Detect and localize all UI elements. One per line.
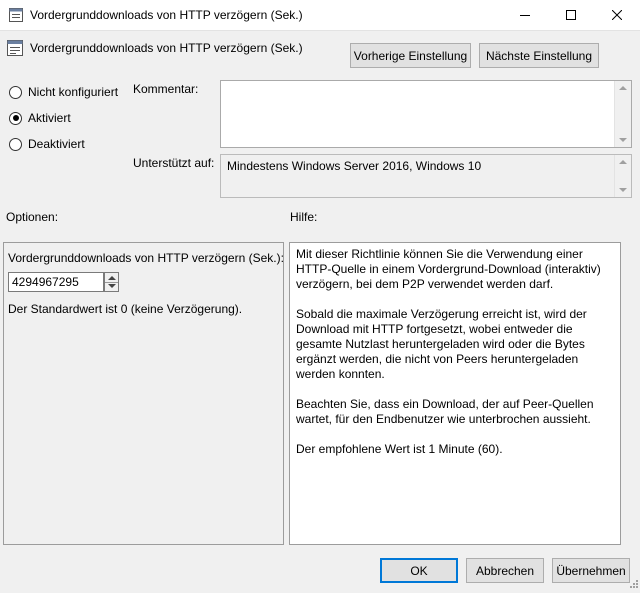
resize-grip-icon[interactable] <box>628 577 638 591</box>
title-bar: Vordergrunddownloads von HTTP verzögern … <box>0 0 640 31</box>
supported-box: Mindestens Windows Server 2016, Windows … <box>220 154 632 198</box>
scroll-up-icon <box>619 160 627 164</box>
radio-circle <box>9 111 22 125</box>
help-text: Mit dieser Richtlinie können Sie die Ver… <box>296 247 616 472</box>
default-note: Der Standardwert ist 0 (keine Verzögerun… <box>8 302 243 316</box>
help-paragraph: Mit dieser Richtlinie können Sie die Ver… <box>296 247 601 291</box>
minimize-button[interactable] <box>502 0 548 31</box>
spin-up-icon <box>108 276 116 280</box>
supported-scrollbar[interactable] <box>614 155 631 197</box>
help-heading: Hilfe: <box>290 210 318 224</box>
supported-label: Unterstützt auf: <box>133 156 215 170</box>
maximize-icon <box>566 9 576 23</box>
help-paragraph: Sobald die maximale Verzögerung erreicht… <box>296 307 587 381</box>
radio-circle <box>9 137 22 151</box>
policy-icon <box>7 40 23 59</box>
next-setting-button[interactable]: Nächste Einstellung <box>479 43 599 68</box>
maximize-button[interactable] <box>548 0 594 31</box>
help-panel: Mit dieser Richtlinie können Sie die Ver… <box>289 242 621 545</box>
supported-value: Mindestens Windows Server 2016, Windows … <box>227 159 482 173</box>
delay-spinner[interactable] <box>104 272 119 292</box>
previous-setting-button[interactable]: Vorherige Einstellung <box>350 43 471 68</box>
ok-button[interactable]: OK <box>380 558 458 583</box>
close-icon <box>611 9 623 23</box>
comment-scrollbar[interactable] <box>614 81 631 147</box>
radio-not-configured[interactable]: Nicht konfiguriert <box>9 85 118 99</box>
policy-icon <box>9 8 23 25</box>
comment-textarea[interactable] <box>220 80 632 148</box>
scroll-up-icon <box>619 86 627 90</box>
comment-label: Kommentar: <box>133 82 199 96</box>
scroll-down-icon <box>619 138 627 142</box>
delay-field-label: Vordergrunddownloads von HTTP verzögern … <box>8 251 284 265</box>
radio-enabled[interactable]: Aktiviert <box>9 111 71 125</box>
radio-disabled[interactable]: Deaktiviert <box>9 137 85 151</box>
scroll-down-icon <box>619 188 627 192</box>
close-button[interactable] <box>594 0 640 31</box>
radio-label: Nicht konfiguriert <box>28 85 119 99</box>
window-title: Vordergrunddownloads von HTTP verzögern … <box>30 8 303 22</box>
minimize-icon <box>520 9 530 23</box>
options-heading: Optionen: <box>6 210 59 224</box>
radio-label: Aktiviert <box>28 111 71 125</box>
cancel-button[interactable]: Abbrechen <box>466 558 544 583</box>
help-paragraph: Beachten Sie, dass ein Download, der auf… <box>296 397 594 426</box>
apply-button[interactable]: Übernehmen <box>552 558 630 583</box>
radio-circle <box>9 85 22 99</box>
setting-title: Vordergrunddownloads von HTTP verzögern … <box>30 41 303 55</box>
help-paragraph: Der empfohlene Wert ist 1 Minute (60). <box>296 442 503 456</box>
spin-down-icon <box>108 284 116 288</box>
radio-label: Deaktiviert <box>28 137 85 151</box>
delay-input[interactable]: 4294967295 <box>8 272 104 292</box>
